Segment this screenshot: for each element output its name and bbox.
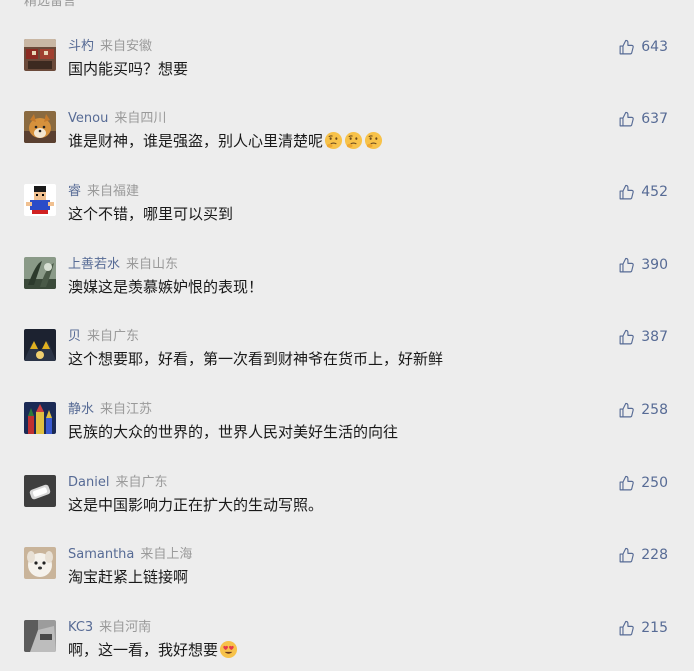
avatar[interactable] <box>24 402 56 434</box>
comment-item: Daniel 来自广东 这是中国影响力正在扩大的生动写照。 250 <box>0 475 694 545</box>
avatar[interactable] <box>24 620 56 652</box>
comment-item: 贝来自广东 这个想要耶，好看，第一次看到财神爷在货币上，好新鲜 387 <box>0 329 694 399</box>
like-button[interactable]: 390 <box>618 256 668 274</box>
comment-meta: 斗杓 来自安徽 <box>68 39 152 55</box>
comment-text: 这是中国影响力正在扩大的生动写照。 <box>68 495 323 515</box>
comment-text: 啊，这一看，我好想要 <box>68 640 238 660</box>
nickname[interactable]: 静水 <box>68 402 94 417</box>
comment-item: Samantha 来自上海 淘宝赶紧上链接啊 228 <box>0 547 694 617</box>
location: 来自河南 <box>99 620 152 635</box>
nickname[interactable]: 斗杓 <box>68 39 94 54</box>
like-button[interactable]: 258 <box>618 401 668 419</box>
avatar[interactable] <box>24 39 56 71</box>
location: 来自安徽 <box>100 39 153 54</box>
like-count: 637 <box>641 111 668 127</box>
comment-text-content: 澳媒这是羡慕嫉妒恨的表现！ <box>68 278 264 296</box>
avatar[interactable] <box>24 111 56 143</box>
comment-item: 睿来自福建 这个不错，哪里可以买到 452 <box>0 184 694 254</box>
thumbs-up-icon <box>618 547 635 564</box>
comment-meta: 静水 来自江苏 <box>68 402 152 418</box>
like-button[interactable]: 228 <box>618 546 668 564</box>
like-count: 215 <box>641 620 668 636</box>
thumbs-up-icon <box>618 402 635 419</box>
comment-text-content: 谁是财神，谁是强盗，别人心里清楚呢 <box>68 132 324 150</box>
comment-text-content: 啊，这一看，我好想要 <box>68 641 219 659</box>
comment-text: 国内能买吗？想要 <box>68 59 188 79</box>
thumbs-up-icon <box>618 257 635 274</box>
location: 来自广东 <box>87 329 140 344</box>
thumbs-up-icon <box>618 184 635 201</box>
comment-item: 静水 来自江苏 民族的大众的世界的，世界人民对美好生活的向往 258 <box>0 402 694 472</box>
location: 来自四川 <box>114 111 167 126</box>
like-count: 390 <box>641 257 668 273</box>
comment-meta: KC3 来自河南 <box>68 620 151 636</box>
thumbs-up-icon <box>618 39 635 56</box>
comment-text: 这个不错，哪里可以买到 <box>68 204 233 224</box>
comment-text-content: 国内能买吗？想要 <box>68 60 189 78</box>
like-button[interactable]: 637 <box>618 110 668 128</box>
nickname[interactable]: 贝 <box>68 329 81 344</box>
nickname[interactable]: 上善若水 <box>68 257 120 272</box>
like-button[interactable]: 452 <box>618 183 668 201</box>
section-title: 精选留言 <box>24 0 77 9</box>
comment-text: 澳媒这是羡慕嫉妒恨的表现！ <box>68 277 263 297</box>
comment-meta: Daniel 来自广东 <box>68 475 167 491</box>
comment-meta: 贝来自广东 <box>68 329 139 345</box>
thumbs-up-icon <box>618 620 635 637</box>
comment-text-content: 民族的大众的世界的，世界人民对美好生活的向往 <box>68 423 399 441</box>
thinking-face-icon <box>344 131 363 150</box>
nickname[interactable]: Venou <box>68 111 108 126</box>
like-count: 250 <box>641 475 668 491</box>
nickname[interactable]: 睿 <box>68 184 81 199</box>
like-button[interactable]: 215 <box>618 619 668 637</box>
like-count: 452 <box>641 184 668 200</box>
like-count: 258 <box>641 402 668 418</box>
location: 来自广东 <box>115 475 168 490</box>
avatar[interactable] <box>24 475 56 507</box>
avatar[interactable] <box>24 547 56 579</box>
comment-item: KC3 来自河南 啊，这一看，我好想要 215 <box>0 620 694 671</box>
comment-meta: Venou 来自四川 <box>68 111 166 127</box>
nickname[interactable]: Samantha <box>68 547 134 562</box>
location: 来自山东 <box>126 257 179 272</box>
avatar[interactable] <box>24 329 56 361</box>
thumbs-up-icon <box>618 475 635 492</box>
comment-meta: Samantha 来自上海 <box>68 547 192 563</box>
avatar[interactable] <box>24 184 56 216</box>
comment-text: 民族的大众的世界的，世界人民对美好生活的向往 <box>68 422 398 442</box>
location: 来自福建 <box>87 184 140 199</box>
like-button[interactable]: 387 <box>618 328 668 346</box>
comment-meta: 睿来自福建 <box>68 184 139 200</box>
comment-item: Venou 来自四川 谁是财神，谁是强盗，别人心里清楚呢 637 <box>0 111 694 181</box>
thinking-face-icon <box>324 131 343 150</box>
nickname[interactable]: KC3 <box>68 620 93 635</box>
like-count: 228 <box>641 547 668 563</box>
comment-text-content: 这个不错，哪里可以买到 <box>68 205 234 223</box>
thumbs-up-icon <box>618 111 635 128</box>
comment-text: 这个想要耶，好看，第一次看到财神爷在货币上，好新鲜 <box>68 349 443 369</box>
comment-item: 斗杓 来自安徽 国内能买吗？想要 643 <box>0 39 694 109</box>
comment-text: 谁是财神，谁是强盗，别人心里清楚呢 <box>68 131 383 151</box>
like-count: 387 <box>641 329 668 345</box>
like-button[interactable]: 250 <box>618 474 668 492</box>
comment-text-content: 淘宝赶紧上链接啊 <box>68 568 189 586</box>
like-count: 643 <box>641 39 668 55</box>
thumbs-up-icon <box>618 329 635 346</box>
comment-meta: 上善若水 来自山东 <box>68 257 178 273</box>
comments-page: 精选留言 斗杓 来自安徽 国内能买吗？想要 643 Venou 来自四川 谁是财… <box>0 0 694 671</box>
comment-text: 淘宝赶紧上链接啊 <box>68 567 188 587</box>
comment-item: 上善若水 来自山东 澳媒这是羡慕嫉妒恨的表现！ 390 <box>0 257 694 327</box>
location: 来自江苏 <box>100 402 153 417</box>
like-button[interactable]: 643 <box>618 38 668 56</box>
avatar[interactable] <box>24 257 56 289</box>
location: 来自上海 <box>140 547 193 562</box>
comment-text-content: 这个想要耶，好看，第一次看到财神爷在货币上，好新鲜 <box>68 350 444 368</box>
comment-text-content: 这是中国影响力正在扩大的生动写照。 <box>68 496 324 514</box>
nickname[interactable]: Daniel <box>68 475 109 490</box>
heart-eyes-face-icon <box>219 640 238 659</box>
thinking-face-icon <box>364 131 383 150</box>
